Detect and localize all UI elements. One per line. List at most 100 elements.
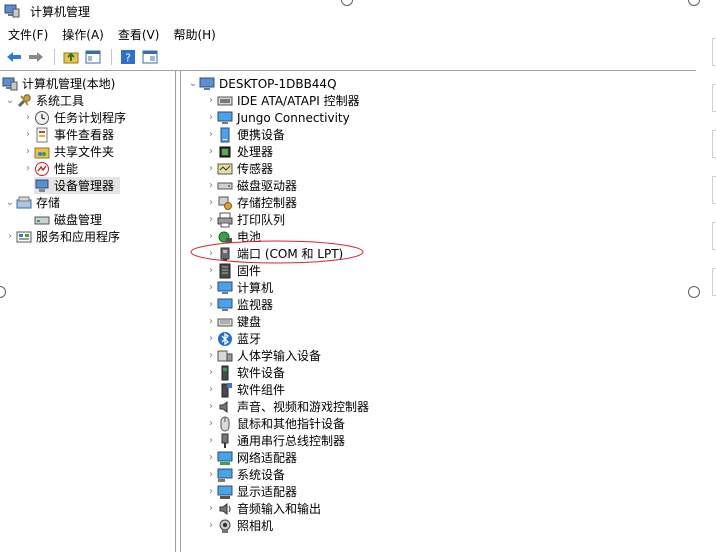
device-category-row[interactable]: › 处理器 xyxy=(205,143,273,160)
portable-device-icon xyxy=(217,127,233,143)
tree-item-root[interactable]: 计算机管理(本地) xyxy=(2,75,115,92)
chevron-right-icon[interactable]: › xyxy=(205,503,217,514)
device-category-row[interactable]: › IDE ATA/ATAPI 控制器 xyxy=(205,92,360,109)
device-category-label: 音频输入和输出 xyxy=(237,501,322,516)
back-arrow-icon[interactable] xyxy=(4,47,24,67)
tree-item-services[interactable]: › 服务和应用程序 xyxy=(4,228,120,245)
tree-item-disk-management[interactable]: 磁盘管理 xyxy=(34,211,102,228)
chevron-right-icon[interactable]: › xyxy=(205,299,217,310)
device-category-label: Jungo Connectivity xyxy=(237,110,350,125)
device-category-row[interactable]: › 键盘 xyxy=(205,313,261,330)
chevron-right-icon[interactable]: › xyxy=(4,231,16,242)
printer-icon xyxy=(217,212,233,228)
up-folder-icon[interactable] xyxy=(61,47,81,67)
chevron-right-icon[interactable]: › xyxy=(205,367,217,378)
device-category-row[interactable]: › 显示适配器 xyxy=(205,483,297,500)
storage-controller-icon xyxy=(217,195,233,211)
device-category-row[interactable]: › 打印队列 xyxy=(205,211,285,228)
tree-item-storage[interactable]: ⌄ 存储 xyxy=(4,194,60,211)
forward-arrow-icon[interactable] xyxy=(26,47,46,67)
hid-icon xyxy=(217,348,233,364)
chevron-down-icon[interactable]: ⌄ xyxy=(4,95,16,106)
device-category-row[interactable]: › 鼠标和其他指针设备 xyxy=(205,415,345,432)
chevron-right-icon[interactable]: › xyxy=(205,180,217,191)
tree-item-label: 性能 xyxy=(54,161,79,176)
tree-item-shared-folders[interactable]: › 共享文件夹 xyxy=(22,143,114,160)
chevron-right-icon[interactable]: › xyxy=(22,146,34,157)
tree-item-label: 设备管理器 xyxy=(54,178,115,193)
device-category-label: 显示适配器 xyxy=(237,484,298,499)
tree-item-event-viewer[interactable]: › 事件查看器 xyxy=(22,126,114,143)
chevron-right-icon[interactable]: › xyxy=(205,197,217,208)
menu-action[interactable]: 操作(A) xyxy=(62,26,104,43)
software-device-icon xyxy=(217,365,233,381)
device-category-row[interactable]: › 通用串行总线控制器 xyxy=(205,432,345,449)
chevron-right-icon[interactable]: › xyxy=(22,112,34,123)
tree-item-device-manager[interactable]: 设备管理器 xyxy=(34,177,121,194)
help-icon[interactable]: ? xyxy=(118,47,138,67)
chevron-right-icon[interactable]: › xyxy=(205,418,217,429)
device-category-row[interactable]: › 存储控制器 xyxy=(205,194,297,211)
chevron-right-icon[interactable]: › xyxy=(205,95,217,106)
chevron-right-icon[interactable]: › xyxy=(205,452,217,463)
chevron-right-icon[interactable]: › xyxy=(205,486,217,497)
tree-item-performance[interactable]: › 性能 xyxy=(22,160,78,177)
chevron-right-icon[interactable]: › xyxy=(205,214,217,225)
chevron-right-icon[interactable]: › xyxy=(205,316,217,327)
properties-icon[interactable] xyxy=(140,47,160,67)
chevron-right-icon[interactable]: › xyxy=(205,350,217,361)
menu-file[interactable]: 文件(F) xyxy=(8,26,48,43)
device-category-label: 打印队列 xyxy=(237,212,286,227)
resize-handle[interactable] xyxy=(688,286,700,298)
chevron-right-icon[interactable]: › xyxy=(205,129,217,140)
chevron-right-icon[interactable]: › xyxy=(205,282,217,293)
chevron-right-icon[interactable]: › xyxy=(205,469,217,480)
device-category-label: 照相机 xyxy=(237,518,274,533)
menu-view[interactable]: 查看(V) xyxy=(118,26,160,43)
chevron-right-icon[interactable]: › xyxy=(205,333,217,344)
main-frame: 计算机管理(本地) ⌄ 系统工具 › 任务计划程序 › 事件查看器 › 共享文件… xyxy=(0,70,696,552)
device-category-row[interactable]: › 便携设备 xyxy=(205,126,285,143)
chevron-right-icon[interactable]: › xyxy=(205,146,217,157)
device-category-row[interactable]: › 传感器 xyxy=(205,160,273,177)
device-manager-icon xyxy=(34,178,50,194)
bluetooth-icon xyxy=(217,331,233,347)
device-category-row[interactable]: › 照相机 xyxy=(205,517,273,534)
chevron-right-icon[interactable]: › xyxy=(205,265,217,276)
edge-tab xyxy=(712,222,716,250)
device-category-label: 系统设备 xyxy=(237,467,286,482)
speaker-icon xyxy=(217,399,233,415)
device-category-row[interactable]: › 人体学输入设备 xyxy=(205,347,321,364)
menu-help[interactable]: 帮助(H) xyxy=(173,26,215,43)
device-category-row[interactable]: › 网络适配器 xyxy=(205,449,297,466)
chevron-down-icon[interactable]: ⌄ xyxy=(4,197,16,208)
chevron-down-icon[interactable]: ⌄ xyxy=(187,78,199,89)
computer-name: DESKTOP-1DBB44Q xyxy=(219,76,337,91)
device-category-row[interactable]: › Jungo Connectivity xyxy=(205,109,350,126)
show-hide-console-tree-icon[interactable] xyxy=(83,47,103,67)
window-title: 计算机管理 xyxy=(30,4,91,19)
device-root[interactable]: ⌄ DESKTOP-1DBB44Q xyxy=(187,75,337,92)
chevron-right-icon[interactable]: › xyxy=(205,384,217,395)
disk-icon xyxy=(34,212,50,228)
chevron-right-icon[interactable]: › xyxy=(205,520,217,531)
device-category-row[interactable]: › 蓝牙 xyxy=(205,330,261,347)
chevron-right-icon[interactable]: › xyxy=(205,401,217,412)
chevron-right-icon[interactable]: › xyxy=(22,163,34,174)
tree-item-system-tools[interactable]: ⌄ 系统工具 xyxy=(4,92,84,109)
device-category-row[interactable]: › 软件组件 xyxy=(205,381,285,398)
edge-tab xyxy=(712,84,716,112)
device-category-row[interactable]: › 软件设备 xyxy=(205,364,285,381)
device-category-row[interactable]: › 监视器 xyxy=(205,296,273,313)
tree-item-task-scheduler[interactable]: › 任务计划程序 xyxy=(22,109,126,126)
device-category-row[interactable]: › 系统设备 xyxy=(205,466,285,483)
device-category-row[interactable]: › 音频输入和输出 xyxy=(205,500,321,517)
chevron-right-icon[interactable]: › xyxy=(205,163,217,174)
chevron-right-icon[interactable]: › xyxy=(205,112,217,123)
device-category-row[interactable]: › 计算机 xyxy=(205,279,273,296)
chevron-right-icon[interactable]: › xyxy=(205,435,217,446)
disk-drive-icon xyxy=(217,178,233,194)
chevron-right-icon[interactable]: › xyxy=(22,129,34,140)
device-category-row[interactable]: › 声音、视频和游戏控制器 xyxy=(205,398,369,415)
device-category-row[interactable]: › 磁盘驱动器 xyxy=(205,177,297,194)
